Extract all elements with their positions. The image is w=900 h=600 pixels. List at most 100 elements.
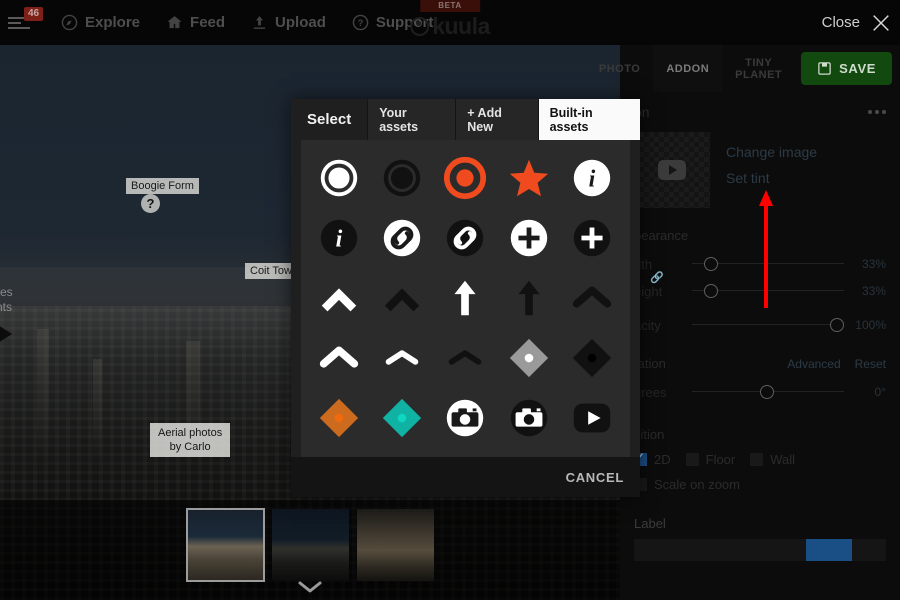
label-scale-on-zoom: Scale on zoom <box>654 477 740 492</box>
checkbox-floor[interactable] <box>685 453 699 466</box>
play-black-icon[interactable] <box>561 388 624 448</box>
menu-hamburger-icon[interactable]: 46 <box>8 6 44 35</box>
chevron-up-white-thin-icon[interactable] <box>370 328 433 388</box>
diamond-orange-icon[interactable] <box>307 388 370 448</box>
arrow-up-black-icon[interactable] <box>497 268 560 328</box>
slider-knob[interactable] <box>704 284 718 298</box>
building-shape <box>37 329 50 465</box>
save-label: SAVE <box>839 61 876 76</box>
reset-link[interactable]: Reset <box>855 357 886 371</box>
building-shape <box>93 358 102 465</box>
info-white-icon[interactable]: i <box>561 148 624 208</box>
label-section-title: Label <box>634 516 666 531</box>
credit-line-1: Aerial photos <box>158 427 223 439</box>
diamond-teal-icon[interactable] <box>370 388 433 448</box>
tab-photo[interactable]: PHOTO <box>586 45 653 92</box>
chevron-up-white-round-icon[interactable] <box>307 328 370 388</box>
label-text-input[interactable] <box>634 539 886 561</box>
thumbnail-3[interactable] <box>356 509 434 581</box>
chevron-up-black-round-icon[interactable] <box>561 268 624 328</box>
nav-item-feed[interactable]: Feed <box>153 0 238 45</box>
slider-knob[interactable] <box>830 318 844 332</box>
plus-white-icon[interactable] <box>497 208 560 268</box>
set-tint-link[interactable]: Set tint <box>726 170 817 186</box>
position-mode-row: 2D Floor Wall <box>634 450 886 467</box>
advanced-link[interactable]: Advanced <box>787 357 840 371</box>
chevron-down-icon[interactable] <box>297 580 323 594</box>
tab-tiny-planet-line2: PLANET <box>735 68 783 81</box>
diamond-black-icon[interactable] <box>561 328 624 388</box>
tab-built-in-assets[interactable]: Built-in assets <box>537 99 640 140</box>
logo-lockup: kuula <box>410 13 490 40</box>
camera-black-icon[interactable] <box>497 388 560 448</box>
degrees-value: 0° <box>874 385 886 399</box>
select-asset-modal: Select Your assets + Add New Built-in as… <box>291 99 640 497</box>
arrow-up-white-icon[interactable] <box>434 268 497 328</box>
play-icon <box>658 160 686 180</box>
label-2d: 2D <box>654 452 671 467</box>
chevron-up-black-thin-icon[interactable] <box>434 328 497 388</box>
star-orange-icon[interactable] <box>497 148 560 208</box>
partial-black-2-icon[interactable] <box>497 448 560 457</box>
chevron-up-white-thick-icon[interactable] <box>307 268 370 328</box>
ring-orange-icon[interactable] <box>434 148 497 208</box>
plus-black-icon[interactable] <box>561 208 624 268</box>
opacity-slider[interactable] <box>692 314 844 336</box>
degrees-slider[interactable] <box>692 381 844 403</box>
partial-black-1-icon[interactable] <box>370 448 433 457</box>
label-wall: Wall <box>770 452 796 467</box>
link-black-icon[interactable] <box>434 208 497 268</box>
tab-add-new[interactable]: + Add New <box>455 99 538 140</box>
camera-white-icon[interactable] <box>434 388 497 448</box>
hotspot-arrow-icon[interactable] <box>0 325 12 343</box>
cancel-button[interactable]: CANCEL <box>566 470 624 485</box>
diamond-gray-icon[interactable] <box>497 328 560 388</box>
close-editor-button[interactable]: Close <box>822 0 892 45</box>
kuula-logo[interactable]: BETA kuula <box>410 0 490 45</box>
partial-text-line-1: res <box>0 285 13 299</box>
chevron-up-black-thick-icon[interactable] <box>370 268 433 328</box>
checkbox-wall[interactable] <box>750 453 764 466</box>
panel-header: on <box>634 104 886 120</box>
slider-knob[interactable] <box>760 385 775 399</box>
degrees-control-row: grees 0° <box>634 381 886 403</box>
nav-label-explore: Explore <box>85 14 141 31</box>
orientation-actions: Advanced Reset <box>787 357 886 371</box>
nav-item-explore[interactable]: Explore <box>48 0 153 45</box>
addon-image-preview[interactable] <box>634 132 710 208</box>
close-icon <box>870 12 892 34</box>
ring-white-icon[interactable] <box>307 148 370 208</box>
more-options-icon[interactable] <box>868 110 886 114</box>
tab-tiny-planet[interactable]: TINY PLANET <box>722 45 795 92</box>
thumbnail-1[interactable] <box>185 508 265 582</box>
tab-addon[interactable]: ADDON <box>653 45 723 92</box>
nav-label-upload: Upload <box>275 14 326 31</box>
nav-label-feed: Feed <box>190 14 226 31</box>
hotspot-marker-question[interactable]: ? <box>141 194 160 213</box>
partial-white-1-icon[interactable] <box>307 448 370 457</box>
save-button[interactable]: SAVE <box>801 52 892 85</box>
change-image-link[interactable]: Change image <box>726 144 817 160</box>
asset-grid-scroll[interactable]: ii <box>301 140 630 457</box>
partial-white-3-icon[interactable] <box>561 448 624 457</box>
opacity-control-row: acity 100% <box>634 314 886 336</box>
partial-text-line-2: nts <box>0 300 13 314</box>
info-black-icon[interactable]: i <box>307 208 370 268</box>
ring-black-icon[interactable] <box>370 148 433 208</box>
tab-your-assets[interactable]: Your assets <box>367 99 456 140</box>
opacity-label: acity <box>634 317 661 333</box>
home-icon <box>166 14 183 31</box>
slider-track <box>692 324 844 325</box>
modal-title: Select <box>291 99 368 140</box>
nav-item-upload[interactable]: Upload <box>238 0 339 45</box>
kuula-editor-app: 46 Explore Feed Upload ? Support BETA ku… <box>0 0 900 600</box>
hotspot-label-boogie-form[interactable]: Boogie Form <box>126 178 199 194</box>
thumbnail-2[interactable] <box>271 509 349 581</box>
logo-text: kuula <box>432 13 490 39</box>
compass-icon <box>61 14 78 31</box>
slider-knob[interactable] <box>704 257 718 271</box>
partial-white-2-icon[interactable] <box>434 448 497 457</box>
upload-icon <box>251 14 268 31</box>
svg-text:i: i <box>589 167 596 193</box>
link-white-icon[interactable] <box>370 208 433 268</box>
